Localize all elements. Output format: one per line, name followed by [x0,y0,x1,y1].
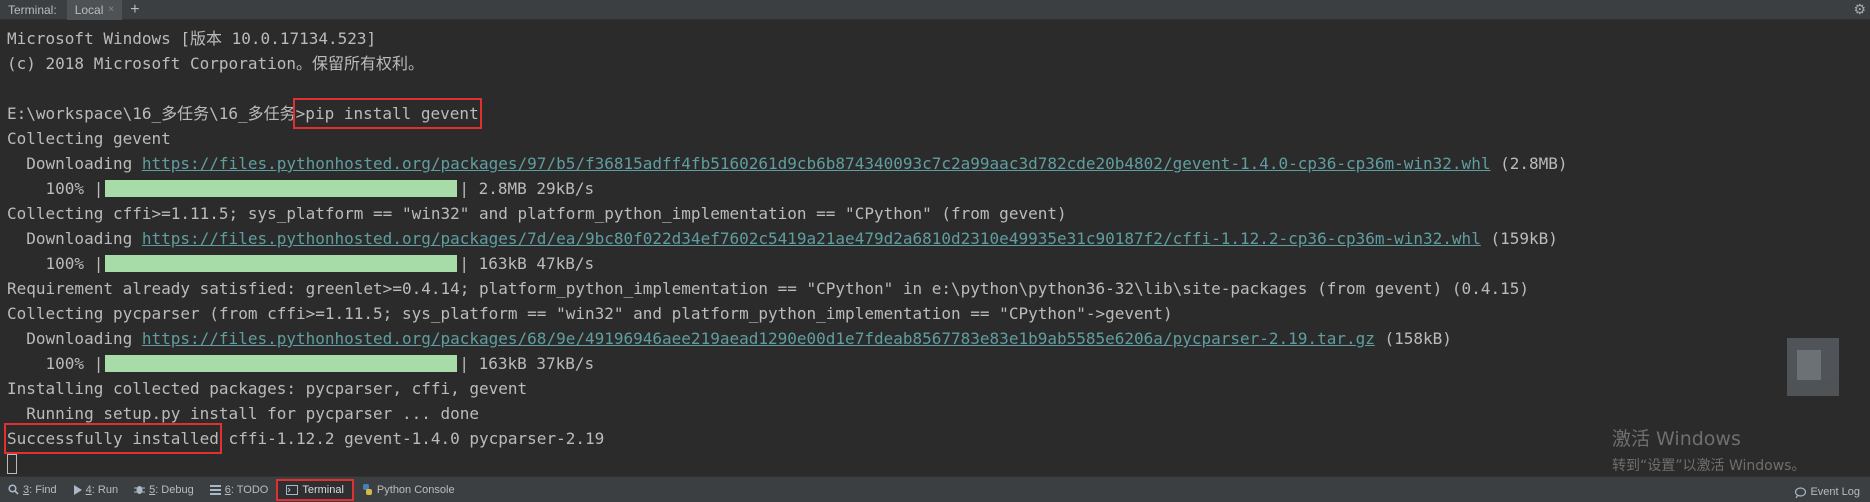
download-prefix: Downloading [7,229,142,248]
terminal-line: 100% | | 163kB 47kB/s [7,251,1870,276]
download-link-pycparser[interactable]: https://files.pythonhosted.org/packages/… [142,326,1375,351]
download-size: (158kB) [1374,329,1452,348]
watermark-subtitle: 转到“设置”以激活 Windows。 [1612,458,1806,474]
search-icon [8,484,19,495]
progress-percent: 100% | [7,354,104,373]
todo-tool-button[interactable]: 6: TODO [202,479,277,501]
download-size: (159kB) [1480,229,1558,248]
watermark-title: 激活 Windows [1612,428,1741,450]
gear-icon[interactable]: ⚙ [1853,1,1866,18]
progress-stats: | 2.8MB 29kB/s [459,179,595,198]
find-label: : Find [29,483,57,496]
run-tool-button[interactable]: 4: Run [65,479,126,501]
terminal-icon [286,484,299,495]
download-prefix: Downloading [7,154,142,173]
progress-percent: 100% | [7,254,104,273]
installed-packages: cffi-1.12.2 gevent-1.4.0 pycparser-2.19 [218,429,605,448]
progress-bar [105,180,458,197]
terminal-line: E:\workspace\16_多任务\16_多任务 >pip install g… [7,98,1870,129]
text-cursor [7,453,17,474]
terminal-tool-label: Terminal [302,483,344,496]
tab-local[interactable]: Local × [66,0,123,20]
terminal-tool-title: Terminal: [8,2,57,17]
terminal-line: Running setup.py install for pycparser .… [7,404,480,423]
terminal-line: Downloading https://files.pythonhosted.o… [7,226,1870,251]
terminal-line: Microsoft Windows [版本 10.0.17134.523] [7,29,377,48]
terminal-line: Installing collected packages: pycparser… [7,379,528,398]
terminal-tool-button[interactable]: Terminal [276,478,354,501]
close-icon[interactable]: × [108,4,114,15]
terminal-input-line[interactable] [7,451,1870,476]
download-size: (2.8MB) [1490,154,1568,173]
terminal-line: Requirement already satisfied: greenlet>… [7,279,1529,298]
prompt-path: E:\workspace\16_多任务\16_多任务 [7,104,296,123]
todo-label: : TODO [230,483,269,496]
terminal-output[interactable]: Microsoft Windows [版本 10.0.17134.523] (c… [0,20,1870,476]
download-prefix: Downloading [7,329,142,348]
python-icon [362,484,372,495]
terminal-line: Downloading https://files.pythonhosted.o… [7,326,1870,351]
debug-label: : Debug [155,483,194,496]
progress-bar [105,355,458,372]
terminal-line: (c) 2018 Microsoft Corporation。保留所有权利。 [7,54,424,73]
terminal-line: Collecting gevent [7,129,171,148]
event-log-label: Event Log [1810,486,1860,498]
terminal-line: Successfully installed cffi-1.12.2 geven… [4,423,1870,454]
bug-icon [134,486,146,494]
terminal-line: Downloading https://files.pythonhosted.o… [7,151,1870,176]
blurred-image [1787,338,1839,396]
python-console-label: Python Console [376,483,455,496]
tool-window-bar: 3: Find 4: Run 5: Debug 6: TODO Terminal [0,476,1870,502]
progress-stats: | 163kB 47kB/s [459,254,595,273]
terminal-line: 100% | | 2.8MB 29kB/s [7,176,1870,201]
activation-watermark: 激活 Windows 转到“设置”以激活 Windows。 [1612,424,1805,475]
run-label: : Run [91,483,119,496]
terminal-tab-bar: Terminal: Local × + ⚙ [0,0,1870,20]
python-console-tool-button[interactable]: Python Console [354,479,463,501]
terminal-line: 100% | | 163kB 37kB/s [7,351,1870,376]
success-message: Successfully installed [4,423,222,454]
download-link-cffi[interactable]: https://files.pythonhosted.org/packages/… [142,226,1481,251]
event-log-tool-button[interactable]: Event Log [1787,481,1868,502]
speech-bubble-icon [1795,486,1807,498]
add-tab-icon[interactable]: + [130,0,139,20]
play-icon [73,484,82,495]
list-icon [209,484,221,495]
tab-local-label: Local [74,2,104,17]
terminal-line: Collecting cffi>=1.11.5; sys_platform ==… [7,204,1067,223]
progress-bar [105,255,458,272]
progress-stats: | 163kB 37kB/s [459,354,595,373]
command-pip-install: >pip install gevent [292,98,482,129]
find-tool-button[interactable]: 3: Find [0,479,65,501]
debug-tool-button[interactable]: 5: Debug [126,479,202,501]
download-link-gevent[interactable]: https://files.pythonhosted.org/packages/… [142,151,1491,176]
progress-percent: 100% | [7,179,104,198]
terminal-line: Collecting pycparser (from cffi>=1.11.5;… [7,304,1173,323]
